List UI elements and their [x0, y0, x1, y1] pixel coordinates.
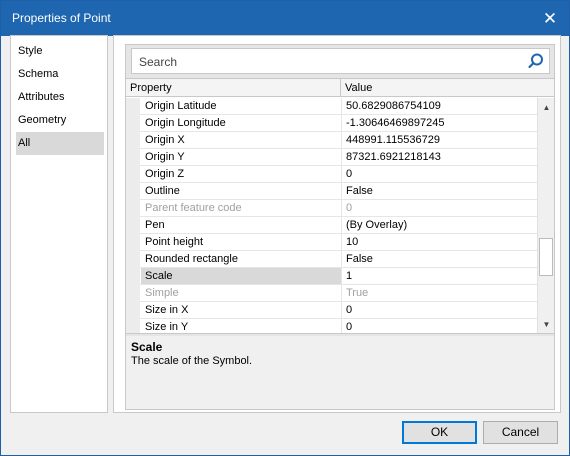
property-value[interactable]: False	[341, 183, 537, 199]
property-name[interactable]: Size in X	[141, 302, 341, 318]
table-row[interactable]: Size in X0	[126, 302, 537, 319]
property-name[interactable]: Origin Longitude	[141, 115, 341, 131]
row-gutter	[126, 251, 140, 268]
property-value[interactable]: 50.6829086754109	[341, 98, 537, 114]
property-name[interactable]: Origin Latitude	[141, 98, 341, 114]
table-row[interactable]: Origin X 448991.115536729	[126, 132, 537, 149]
category-list: Style Schema Attributes Geometry All	[10, 35, 108, 413]
table-row[interactable]: Size in Y0	[126, 319, 537, 333]
row-gutter	[126, 115, 140, 132]
property-name[interactable]: Scale	[141, 268, 341, 284]
row-gutter	[126, 285, 140, 302]
property-value[interactable]: 1	[341, 268, 537, 284]
table-row[interactable]: Parent feature code 0	[126, 200, 537, 217]
scrollbar-thumb[interactable]	[539, 238, 553, 276]
cancel-button[interactable]: Cancel	[483, 421, 558, 444]
property-value[interactable]: (By Overlay)	[341, 217, 537, 233]
nav-item-geometry[interactable]: Geometry	[16, 109, 104, 132]
table-row[interactable]: Origin Z0	[126, 166, 537, 183]
property-name[interactable]: Pen	[141, 217, 341, 233]
property-value[interactable]: False	[341, 251, 537, 267]
search-box[interactable]: Search	[131, 48, 550, 74]
table-row[interactable]: Rounded rectangle False	[126, 251, 537, 268]
property-rows: Origin Latitude 50.6829086754109 Origin Lo…	[126, 98, 537, 333]
nav-item-attributes[interactable]: Attributes	[16, 86, 104, 109]
property-value[interactable]: 448991.115536729	[341, 132, 537, 148]
property-value[interactable]: 0	[341, 319, 537, 333]
search-icon[interactable]	[527, 52, 545, 70]
property-value[interactable]: -1.30646469897245	[341, 115, 537, 131]
property-name[interactable]: Outline	[141, 183, 341, 199]
property-name[interactable]: Origin Z	[141, 166, 341, 182]
table-row[interactable]: Point height 10	[126, 234, 537, 251]
table-row[interactable]: Origin Y 87321.6921218143	[126, 149, 537, 166]
row-gutter	[126, 149, 140, 166]
nav-item-style[interactable]: Style	[16, 40, 104, 63]
row-gutter	[126, 319, 140, 333]
property-grid-container: Search Property Value Origin Latitude 50.…	[125, 44, 555, 410]
property-value[interactable]: 0	[341, 302, 537, 318]
table-row[interactable]: Scale 1	[126, 268, 537, 285]
property-name[interactable]: Parent feature code	[141, 200, 341, 216]
row-gutter	[126, 98, 140, 115]
properties-dialog: Properties of Point ✕ Style Schema Attribu…	[0, 0, 570, 456]
row-gutter	[126, 302, 140, 319]
property-value[interactable]: 0	[341, 200, 537, 216]
scroll-up-icon[interactable]: ▲	[540, 101, 553, 114]
table-row[interactable]: Outline False	[126, 183, 537, 200]
property-name[interactable]: Rounded rectangle	[141, 251, 341, 267]
close-icon[interactable]: ✕	[539, 8, 561, 30]
row-gutter	[126, 234, 140, 251]
vertical-scrollbar[interactable]: ▲ ▼	[537, 98, 554, 333]
description-panel: Scale The scale of the Symbol.	[126, 336, 554, 409]
table-row[interactable]: Simple True	[126, 285, 537, 302]
property-name[interactable]: Point height	[141, 234, 341, 250]
row-gutter	[126, 132, 140, 149]
row-gutter	[126, 217, 140, 234]
column-header-value[interactable]: Value	[341, 79, 554, 97]
search-input[interactable]: Search	[139, 55, 177, 69]
properties-panel: Search Property Value Origin Latitude 50.…	[113, 35, 561, 413]
row-gutter	[126, 183, 140, 200]
property-name[interactable]: Origin X	[141, 132, 341, 148]
nav-item-all[interactable]: All	[16, 132, 104, 155]
title-bar: Properties of Point ✕	[1, 1, 569, 36]
property-value[interactable]: 0	[341, 166, 537, 182]
property-value[interactable]: 87321.6921218143	[341, 149, 537, 165]
property-grid: Property Value Origin Latitude 50.6829086…	[126, 78, 554, 334]
row-gutter	[126, 268, 140, 285]
nav-item-schema[interactable]: Schema	[16, 63, 104, 86]
property-value[interactable]: 10	[341, 234, 537, 250]
description-text: The scale of the Symbol.	[131, 355, 253, 367]
property-name[interactable]: Size in Y	[141, 319, 341, 333]
ok-button[interactable]: OK	[402, 421, 477, 444]
property-name[interactable]: Origin Y	[141, 149, 341, 165]
property-value[interactable]: True	[341, 285, 537, 301]
column-header-property[interactable]: Property	[126, 79, 341, 97]
property-name[interactable]: Simple	[141, 285, 341, 301]
table-row[interactable]: Origin Latitude 50.6829086754109	[126, 98, 537, 115]
description-title: Scale	[131, 340, 163, 354]
window-title: Properties of Point	[12, 11, 111, 25]
table-row[interactable]: Origin Longitude -1.30646469897245	[126, 115, 537, 132]
table-row[interactable]: Pen (By Overlay)	[126, 217, 537, 234]
row-gutter	[126, 166, 140, 183]
row-gutter	[126, 200, 140, 217]
scroll-down-icon[interactable]: ▼	[540, 318, 553, 331]
